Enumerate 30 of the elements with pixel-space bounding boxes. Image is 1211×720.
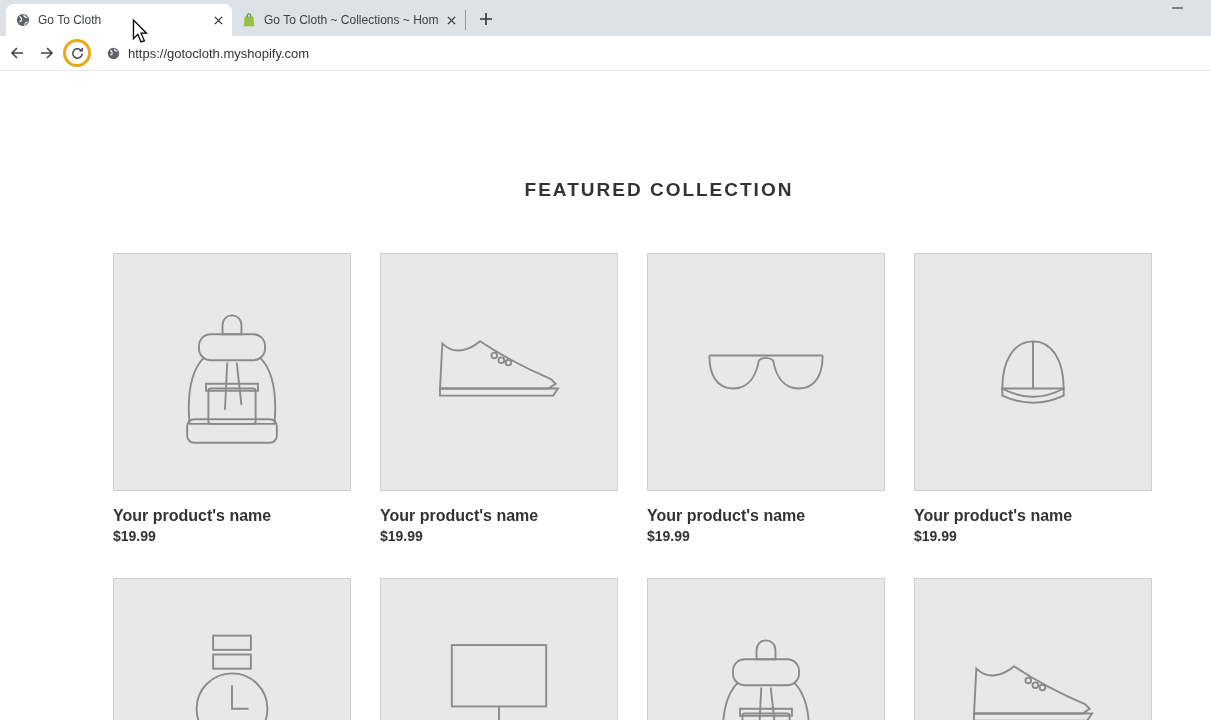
reload-icon bbox=[69, 45, 85, 61]
shopping-bag-icon bbox=[242, 13, 256, 27]
close-icon[interactable] bbox=[214, 15, 223, 25]
cap-drawing bbox=[1001, 340, 1065, 404]
cursor-icon bbox=[132, 19, 148, 43]
product-name[interactable]: Your product's name bbox=[380, 507, 618, 525]
tab-title: Go To Cloth bbox=[38, 13, 103, 27]
product-price: $19.99 bbox=[647, 528, 691, 544]
product-price: $19.99 bbox=[380, 528, 424, 544]
browser-tab[interactable]: Go To Cloth ~ Collections ~ Hom bbox=[232, 4, 465, 36]
product-price: $19.99 bbox=[113, 528, 157, 544]
reload-button[interactable] bbox=[63, 39, 91, 67]
back-icon[interactable] bbox=[9, 45, 25, 61]
forward-icon[interactable] bbox=[39, 45, 55, 61]
tab-title: Go To Cloth ~ Collections ~ Hom bbox=[264, 13, 439, 27]
url-field[interactable]: https://gotocloth.myshopify.com bbox=[128, 45, 310, 61]
new-tab-icon[interactable] bbox=[479, 13, 492, 25]
close-icon[interactable] bbox=[446, 15, 456, 25]
product-price: $19.99 bbox=[914, 528, 958, 544]
product-name[interactable]: Your product's name bbox=[647, 507, 885, 525]
globe-icon bbox=[107, 46, 120, 60]
browser-tab[interactable]: Go To Cloth bbox=[6, 4, 232, 36]
product-name[interactable]: Your product's name bbox=[914, 507, 1152, 525]
globe-icon bbox=[16, 13, 30, 27]
section-heading: FEATURED COLLECTION bbox=[523, 179, 795, 201]
product-image[interactable] bbox=[914, 253, 1152, 491]
product-image[interactable] bbox=[380, 253, 618, 491]
product-image[interactable] bbox=[113, 253, 351, 491]
product-name[interactable]: Your product's name bbox=[113, 507, 351, 525]
product-image[interactable] bbox=[647, 253, 885, 491]
